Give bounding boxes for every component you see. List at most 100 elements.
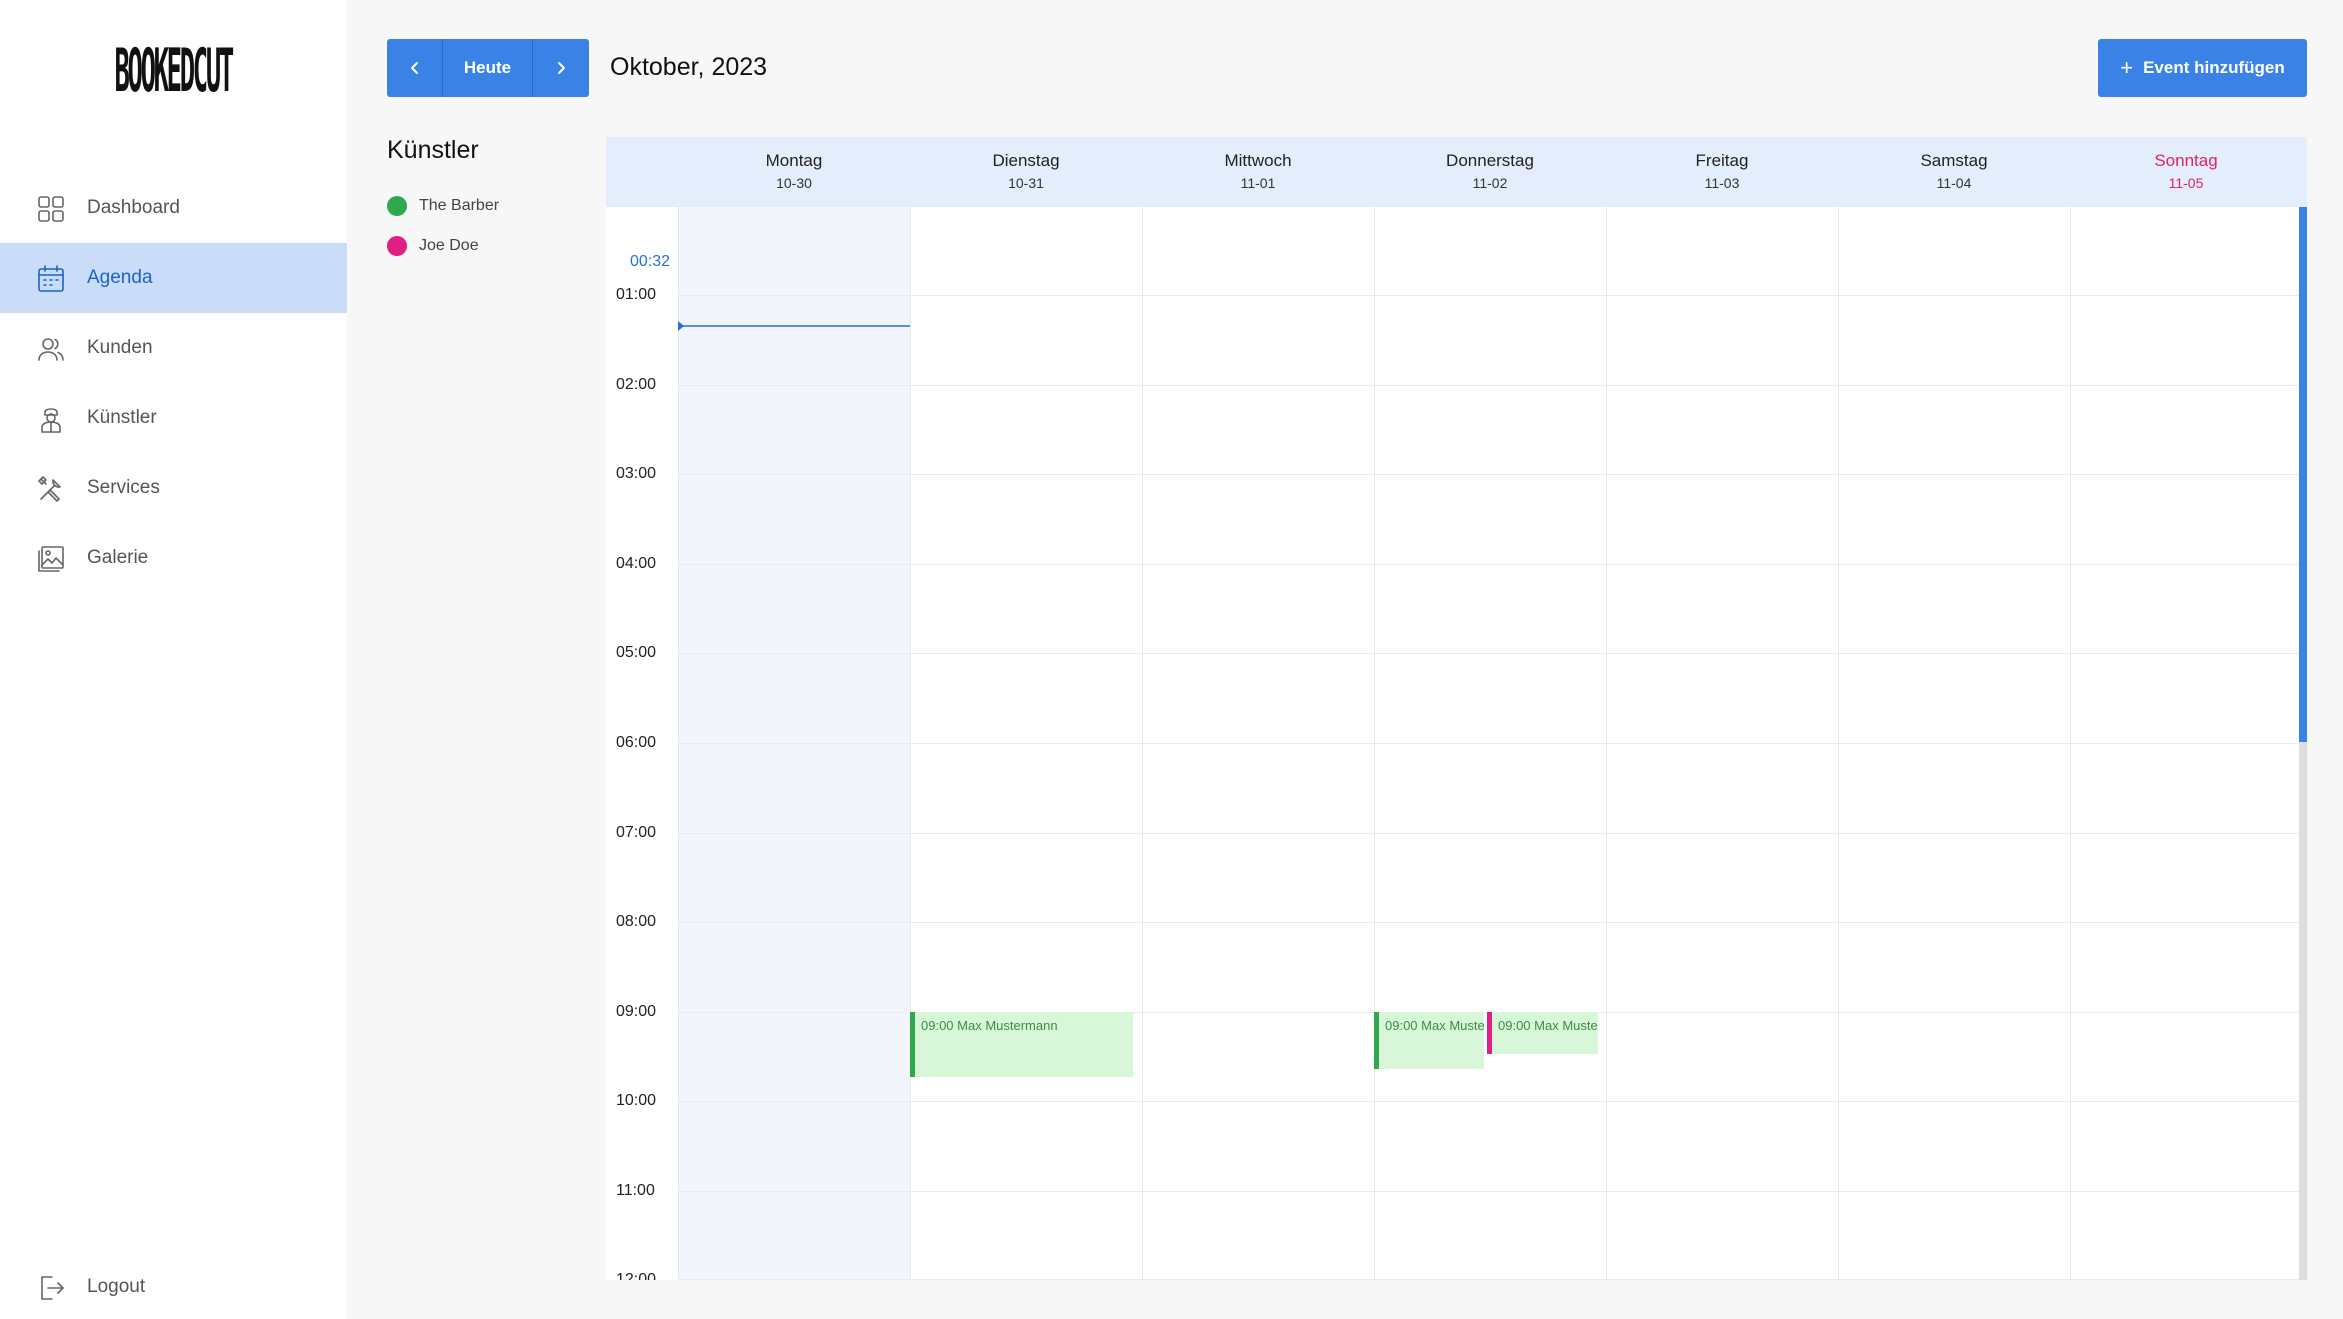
day-date: 11-04 [1936, 175, 1972, 191]
calendar-icon [36, 264, 66, 294]
sidebar-item-agenda[interactable]: Agenda [0, 243, 347, 313]
day-date: 10-30 [776, 175, 812, 191]
hour-line [678, 653, 2303, 654]
sidebar-item-label: Kunden [87, 337, 153, 358]
day-name: Dienstag [992, 151, 1060, 170]
current-time-marker [678, 321, 684, 331]
hour-line [678, 295, 2303, 296]
app-logo[interactable]: BOOKEDCUT [103, 37, 243, 106]
event-artist-bar [910, 1012, 915, 1077]
day-date: 11-03 [1704, 175, 1740, 191]
day-header-freitag[interactable]: Freitag 11-03 [1606, 137, 1838, 207]
artist-filter-joe-doe[interactable]: Joe Doe [387, 234, 479, 258]
tools-icon [36, 474, 66, 504]
hour-label: 12:00 [616, 1271, 657, 1280]
prev-week-button[interactable] [387, 39, 443, 97]
event-title: 09:00 Max Mustermann [1385, 1018, 1484, 1033]
artist-name: Joe Doe [419, 237, 479, 254]
chevron-left-icon [410, 62, 418, 74]
hour-line [678, 743, 2303, 744]
sidebar-item-services[interactable]: Services [0, 453, 347, 523]
hour-label: 05:00 [616, 644, 657, 661]
sidebar: BOOKEDCUT Dashboard Agenda Kunden Künstl… [0, 0, 347, 1319]
week-calendar: Montag 10-30 Dienstag 10-31 Mittwoch 11-… [606, 137, 2307, 1280]
sidebar-item-label: Dashboard [87, 197, 180, 218]
current-time-label: 00:32 [630, 253, 671, 270]
month-title: Oktober, 2023 [610, 53, 768, 81]
hour-label: 03:00 [616, 465, 657, 482]
hour-label: 10:00 [616, 1092, 657, 1109]
artist-name: The Barber [419, 197, 500, 214]
hour-label: 04:00 [616, 555, 657, 572]
hour-line [678, 385, 2303, 386]
day-date: 10-31 [1008, 175, 1044, 191]
artist-color-dot [387, 196, 407, 216]
logout-button[interactable]: Logout [0, 1252, 347, 1319]
calendar-navigation: Heute [387, 39, 589, 97]
day-header-samstag[interactable]: Samstag 11-04 [1838, 137, 2070, 207]
gallery-icon [36, 544, 66, 574]
hour-line [678, 1191, 2303, 1192]
day-header-montag[interactable]: Montag 10-30 [678, 137, 910, 207]
today-button[interactable]: Heute [443, 39, 533, 97]
hour-label: 11:00 [616, 1182, 655, 1199]
barber-icon [36, 404, 66, 434]
grid-icon [36, 194, 66, 224]
day-header-mittwoch[interactable]: Mittwoch 11-01 [1142, 137, 1374, 207]
sidebar-item-label: Künstler [87, 407, 157, 428]
artists-title: Künstler [387, 136, 479, 164]
logout-icon [36, 1273, 66, 1303]
event-artist-bar [1487, 1012, 1492, 1054]
hour-line [678, 1279, 2303, 1280]
hour-line [678, 833, 2303, 834]
current-time-line [678, 325, 910, 327]
hour-label: 08:00 [616, 913, 657, 930]
hour-line [678, 922, 2303, 923]
plus-icon: + [2120, 55, 2134, 80]
calendar-event[interactable]: 09:00 Max Mustermann [910, 1012, 1133, 1077]
sidebar-item-label: Agenda [87, 267, 153, 288]
day-name: Mittwoch [1224, 151, 1292, 170]
day-header-donnerstag[interactable]: Donnerstag 11-02 [1374, 137, 1606, 207]
hour-label: 06:00 [616, 734, 657, 751]
logout-label: Logout [87, 1276, 146, 1297]
day-name: Sonntag [2154, 151, 2218, 170]
sidebar-item-label: Galerie [87, 547, 149, 568]
add-event-label: Event hinzufügen [2143, 58, 2285, 77]
event-artist-bar [1374, 1012, 1379, 1069]
artist-filter-the-barber[interactable]: The Barber [387, 194, 499, 218]
event-title: 09:00 Max Mustermann [921, 1018, 1058, 1033]
hour-line [678, 564, 2303, 565]
calendar-event[interactable]: 09:00 Max Mustermann [1374, 1012, 1484, 1069]
hour-line [678, 474, 2303, 475]
sidebar-item-dashboard[interactable]: Dashboard [0, 173, 347, 243]
calendar-scrollbar-thumb[interactable] [2299, 207, 2307, 742]
day-header-sonntag[interactable]: Sonntag 11-05 [2070, 137, 2302, 207]
hour-label: 09:00 [616, 1003, 657, 1020]
sidebar-item-kuenstler[interactable]: Künstler [0, 383, 347, 453]
calendar-event[interactable]: 09:00 Max Mustermann [1487, 1012, 1598, 1054]
artist-color-dot [387, 236, 407, 256]
calendar-header: Montag 10-30 Dienstag 10-31 Mittwoch 11-… [606, 137, 2307, 207]
add-event-button[interactable]: + Event hinzufügen [2098, 39, 2307, 97]
day-date: 11-05 [2168, 175, 2204, 191]
hour-label: 07:00 [616, 824, 657, 841]
calendar-grid: 01:00 02:00 03:00 04:00 05:00 06:00 07:0… [606, 207, 2307, 1280]
day-name: Samstag [1920, 151, 1988, 170]
hour-label: 01:00 [616, 286, 657, 303]
event-title: 09:00 Max Mustermann [1498, 1018, 1598, 1033]
hour-line [678, 1101, 2303, 1102]
hour-label: 02:00 [616, 376, 657, 393]
sidebar-item-galerie[interactable]: Galerie [0, 523, 347, 593]
sidebar-item-kunden[interactable]: Kunden [0, 313, 347, 383]
sidebar-item-label: Services [87, 477, 160, 498]
chevron-right-icon [558, 62, 565, 74]
day-name: Montag [765, 151, 823, 170]
day-date: 11-01 [1240, 175, 1276, 191]
day-header-dienstag[interactable]: Dienstag 10-31 [910, 137, 1142, 207]
day-name: Freitag [1695, 151, 1749, 170]
users-icon [36, 334, 66, 364]
next-week-button[interactable] [533, 39, 589, 97]
day-date: 11-02 [1472, 175, 1508, 191]
day-name: Donnerstag [1446, 151, 1534, 170]
